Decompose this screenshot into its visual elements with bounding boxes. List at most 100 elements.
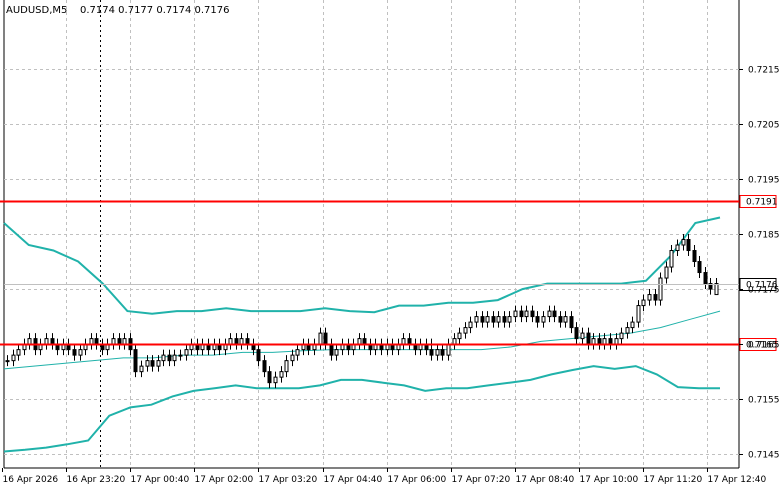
candle-body [563,316,568,323]
candle-body [502,316,507,323]
chart-background [0,0,781,489]
candle-body [608,338,613,345]
y-tick-label: 0.7155 [748,396,780,406]
candle-body [334,349,339,356]
candle-body [429,349,434,356]
y-tick-label: 0.7165 [748,341,780,351]
candle-body [541,316,546,323]
candle-body [485,316,490,323]
candle-body [513,310,518,318]
y-tick-label: 0.7185 [748,231,780,241]
candle-body [290,354,295,362]
candle-body [89,338,94,345]
candle-body [586,332,591,345]
candle-body [94,338,99,345]
candle-body [145,360,150,367]
candle-body [530,310,535,318]
candle-body [658,277,663,301]
candle-body [558,316,563,323]
candle-body [675,244,680,252]
y-tick-label: 0.7145 [748,451,780,461]
candle-body [172,354,177,362]
y-tick-label: 0.7175 [748,286,780,296]
candle-body [44,338,49,345]
candle-body [139,365,144,373]
candle-body [279,371,284,378]
x-tick-label: 17 Apr 04:40 [324,475,383,485]
candle-body [284,360,289,373]
candle-body [245,338,250,345]
candle-body [602,338,607,345]
candle-body [161,354,166,362]
candle-body [697,261,702,274]
candle-body [507,316,512,323]
candle-body [614,338,619,345]
candle-body [625,327,630,334]
candle-body [267,371,272,384]
candle-body [457,332,462,340]
candle-body [357,338,362,345]
x-tick-label: 17 Apr 08:40 [516,475,575,485]
candle-body [273,376,278,384]
candle-body [480,316,485,323]
level-badge-label: 0.7191 [746,198,778,208]
symbol-label: AUDUSD,M5 [6,5,67,16]
y-tick-label: 0.7195 [748,176,780,186]
x-tick-label: 17 Apr 07:20 [452,475,511,485]
candle-body [184,349,189,356]
candle-body [239,338,244,345]
candle-body [167,354,172,362]
candle-body [256,349,261,362]
candle-body [669,250,674,268]
x-tick-label: 17 Apr 11:20 [644,475,703,485]
x-tick-label: 16 Apr 23:20 [67,475,126,485]
x-tick-label: 17 Apr 10:00 [580,475,639,485]
candle-body [262,360,267,373]
candle-body [133,349,138,373]
candle-body [407,338,412,345]
candle-body [714,283,719,296]
candle-body [619,332,624,340]
candle-body [72,349,77,356]
candle-body [653,294,658,301]
candle-body [463,327,468,334]
x-tick-label: 17 Apr 12:40 [708,475,767,485]
candle-body [552,310,557,318]
candle-body [318,332,323,345]
candle-body [401,338,406,345]
candle-body [519,310,524,318]
candle-body [50,338,55,345]
candle-body [496,316,501,323]
candle-body [686,239,691,252]
price-chart[interactable]: 0.71910.71650.7176 0.72150.72050.71950.7… [0,0,781,489]
candle-body [16,349,21,356]
candle-body [27,338,32,345]
candle-body [440,349,445,356]
candle-body [178,354,183,357]
candle-body [535,316,540,323]
candle-body [630,321,635,329]
candle-body [435,349,440,356]
candle-body [641,299,646,307]
candle-body [156,360,161,367]
candle-body [547,310,552,318]
candle-body [11,354,16,362]
x-tick-label: 17 Apr 02:00 [195,475,254,485]
candle-body [569,316,574,329]
candle-body [452,338,457,345]
candle-body [150,360,155,367]
candle-body [703,272,708,285]
chart-window[interactable]: 0.7191 0.7165 0.7176 0.7215 0.7205 0.7195 0.7… [0,0,781,489]
candle-body [574,327,579,340]
candle-body [580,332,585,340]
candle-body [295,349,300,356]
candle-body [468,321,473,329]
x-tick-label: 17 Apr 06:00 [388,475,447,485]
candle-body [78,349,83,356]
candle-body [5,360,10,363]
candle-body [446,343,451,356]
candle-body [228,338,233,345]
candle-body [234,338,239,345]
candle-body [117,338,122,345]
candle-body [591,338,596,345]
